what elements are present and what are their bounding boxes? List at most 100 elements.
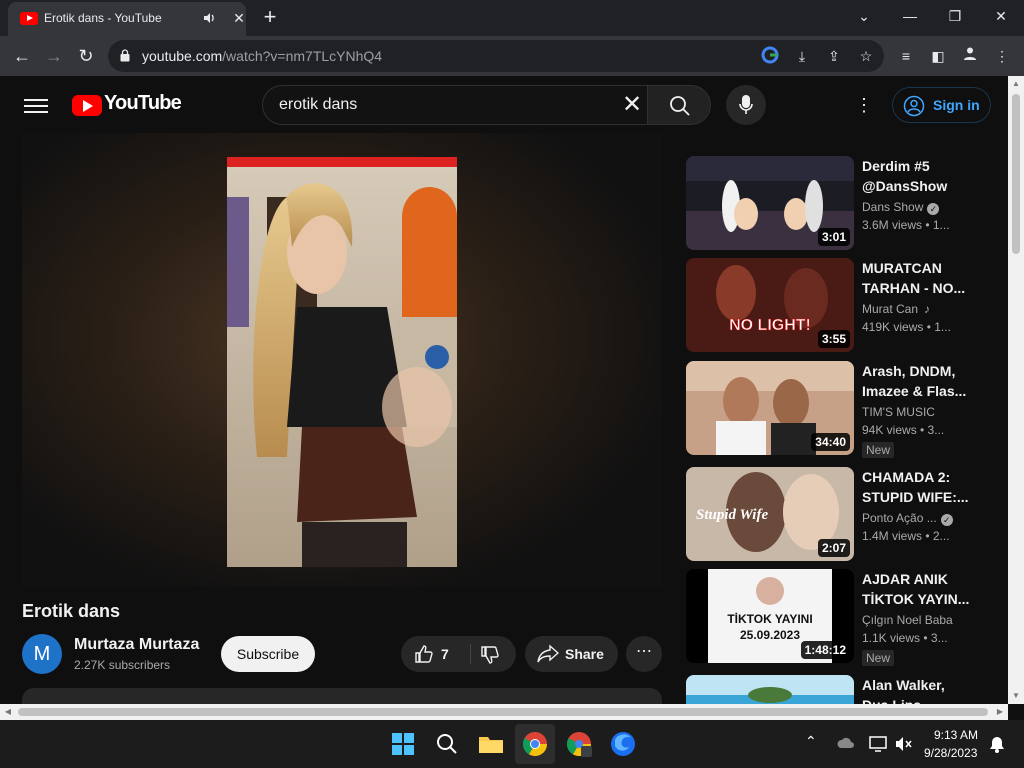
browser-tab[interactable]: Erotik dans - YouTube ✕: [8, 2, 246, 36]
youtube-logo-text[interactable]: YouTube: [104, 92, 182, 115]
system-tray-chevron-icon[interactable]: ⌃: [805, 733, 817, 750]
youtube-favicon-icon: [20, 12, 38, 25]
audio-playing-icon[interactable]: [202, 10, 218, 26]
new-tab-button[interactable]: +: [258, 6, 282, 30]
sign-in-label: Sign in: [933, 97, 980, 113]
network-icon[interactable]: [868, 734, 888, 754]
search-query[interactable]: erotik dans: [279, 96, 357, 114]
scroll-right-arrow-icon[interactable]: ▶: [992, 704, 1008, 720]
clock-time[interactable]: 9:13 AM: [934, 728, 978, 742]
thumbs-up-icon[interactable]: [413, 643, 435, 665]
address-bar[interactable]: youtube.com/watch?v=nm7TLcYNhQ4 ⤓ ⇪ ☆: [108, 40, 884, 72]
back-button[interactable]: ←: [8, 42, 36, 70]
share-arrow-icon: [537, 644, 559, 663]
video-title[interactable]: Derdim #5 @DansShow: [862, 156, 972, 196]
video-title[interactable]: CHAMADA 2: STUPID WIFE:...: [862, 467, 972, 507]
thumbs-down-icon[interactable]: [479, 644, 501, 666]
media-controls-icon[interactable]: ≡: [894, 44, 918, 68]
volume-muted-icon[interactable]: [894, 734, 914, 754]
like-divider: [470, 644, 471, 664]
recommendation-item[interactable]: 3:01 Derdim #5 @DansShow Dans Show ✓ 3.6M…: [686, 156, 992, 250]
share-button[interactable]: Share: [525, 636, 618, 672]
video-thumbnail[interactable]: [686, 675, 854, 704]
clear-search-icon[interactable]: ✕: [619, 92, 645, 118]
video-frame[interactable]: [227, 157, 457, 567]
google-lens-icon[interactable]: [760, 46, 780, 66]
settings-more-icon[interactable]: ⋮: [852, 93, 876, 117]
scroll-up-arrow-icon[interactable]: ▲: [1008, 76, 1024, 92]
chrome-dev-icon[interactable]: [563, 728, 595, 760]
account-circle-icon: [903, 95, 925, 117]
thumbnail-text-line1: TİKTOK YAYINI: [727, 611, 812, 626]
profile-icon[interactable]: [958, 44, 982, 68]
install-app-icon[interactable]: ⤓: [792, 46, 812, 66]
video-title[interactable]: Arash, DNDM, Imazee & Flas...: [862, 361, 972, 401]
guide-menu-icon[interactable]: [24, 96, 48, 114]
bookmark-star-icon[interactable]: ☆: [856, 46, 876, 66]
notification-bell-icon[interactable]: [988, 735, 1006, 753]
restore-button[interactable]: ❐: [941, 4, 969, 28]
search-icon[interactable]: [431, 728, 463, 760]
more-actions-icon[interactable]: ⋯: [626, 636, 662, 672]
tab-close-icon[interactable]: ✕: [230, 9, 248, 27]
subscriber-count: 2.27K subscribers: [74, 658, 171, 672]
lock-icon[interactable]: [120, 49, 130, 62]
minimize-button[interactable]: —: [896, 4, 924, 28]
recommendation-item[interactable]: Stupid Wife 2:07 CHAMADA 2: STUPID WIFE:…: [686, 467, 992, 561]
chrome-icon[interactable]: [519, 728, 551, 760]
description-box[interactable]: [22, 688, 662, 704]
file-explorer-icon[interactable]: [475, 728, 507, 760]
horizontal-scrollbar[interactable]: ◀ ▶: [0, 704, 1008, 720]
url-text[interactable]: youtube.com/watch?v=nm7TLcYNhQ4: [142, 48, 382, 64]
recommendation-item[interactable]: 34:40 Arash, DNDM, Imazee & Flas... TIM'…: [686, 361, 992, 458]
video-title: Erotik dans: [22, 601, 121, 621]
sign-in-button[interactable]: Sign in: [892, 87, 991, 123]
view-count: 3.6M views • 1...: [862, 218, 950, 232]
thumbnail-text-line2: 25.09.2023: [740, 628, 800, 642]
channel-name[interactable]: Murat Can ♪: [862, 302, 930, 316]
search-icon: [670, 96, 690, 116]
verified-badge-icon: ✓: [927, 203, 940, 215]
video-title[interactable]: AJDAR ANIK TİKTOK YAYIN...: [862, 569, 972, 609]
youtube-logo-icon[interactable]: [72, 95, 102, 116]
scroll-left-arrow-icon[interactable]: ◀: [0, 704, 16, 720]
cloud-status-icon[interactable]: [836, 734, 856, 754]
recommendation-item[interactable]: NO LIGHT! 3:55 MURATCAN TARHAN - NO... M…: [686, 258, 992, 352]
channel-name[interactable]: TIM'S MUSIC: [862, 405, 935, 419]
video-duration: 34:40: [811, 433, 850, 451]
like-count[interactable]: 7: [441, 646, 449, 662]
channel-name[interactable]: Murtaza Murtaza: [74, 636, 199, 654]
channel-name[interactable]: Dans Show ✓: [862, 200, 940, 215]
horizontal-scroll-thumb[interactable]: [18, 708, 988, 716]
clock-date[interactable]: 9/28/2023: [924, 746, 977, 760]
close-window-button[interactable]: ✕: [987, 4, 1015, 28]
thumbnail-text: NO LIGHT!: [729, 317, 811, 334]
channel-avatar[interactable]: M: [22, 634, 62, 674]
scroll-down-arrow-icon[interactable]: ▼: [1008, 688, 1024, 704]
video-title[interactable]: MURATCAN TARHAN - NO...: [862, 258, 972, 298]
video-title[interactable]: Alan Walker, Dua Lipa...: [862, 675, 972, 704]
channel-name[interactable]: Çılgın Noel Baba: [862, 613, 953, 627]
video-duration: 3:01: [817, 228, 850, 246]
firefox-icon[interactable]: [607, 728, 639, 760]
reload-button[interactable]: ↻: [72, 42, 100, 70]
forward-button[interactable]: →: [40, 42, 68, 70]
recommendation-item[interactable]: Alan Walker, Dua Lipa...: [686, 675, 992, 704]
tab-search-icon[interactable]: ⌄: [850, 4, 878, 28]
recommendation-item[interactable]: TİKTOK YAYINI 25.09.2023 1:48:12 AJDAR AN…: [686, 569, 992, 666]
voice-search-button[interactable]: [726, 85, 766, 125]
browser-tab-strip: Erotik dans - YouTube ✕ + ⌄ — ❐ ✕: [0, 0, 1024, 36]
search-button[interactable]: [647, 85, 711, 125]
vertical-scroll-thumb[interactable]: [1012, 94, 1020, 254]
share-page-icon[interactable]: ⇪: [824, 46, 844, 66]
windows-start-icon[interactable]: [387, 728, 419, 760]
like-dislike-group: 7: [401, 636, 516, 672]
side-panel-icon[interactable]: ◧: [926, 44, 950, 68]
subscribe-button[interactable]: Subscribe: [221, 636, 315, 672]
vertical-scrollbar[interactable]: ▲ ▼: [1008, 76, 1024, 704]
chrome-menu-icon[interactable]: ⋮: [990, 44, 1014, 68]
video-duration: 2:07: [817, 539, 850, 557]
browser-toolbar: ← → ↻ youtube.com/watch?v=nm7TLcYNhQ4 ⤓ …: [0, 36, 1024, 76]
channel-name[interactable]: Ponto Ação ... ✓: [862, 511, 953, 526]
search-input[interactable]: erotik dans ✕: [262, 85, 648, 125]
